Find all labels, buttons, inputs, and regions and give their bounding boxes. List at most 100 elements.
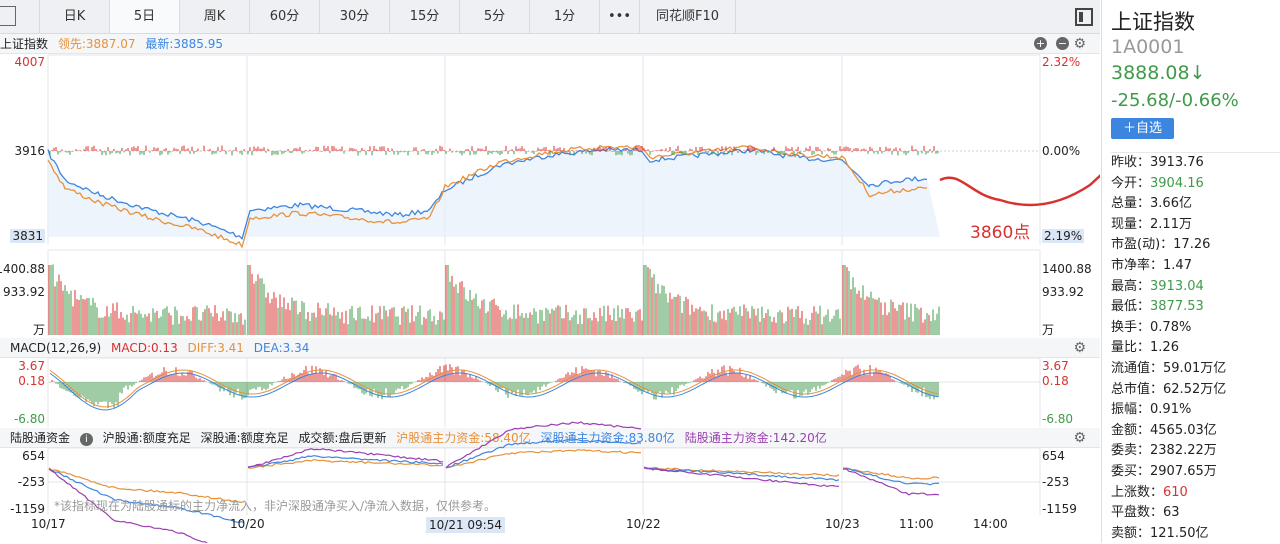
pct-axis-label: 2.32% xyxy=(1042,55,1081,69)
quote-name: 上证指数 xyxy=(1111,10,1195,34)
macd-axis-label: 0.18 xyxy=(1042,374,1069,388)
stat-label: 委买： xyxy=(1111,463,1151,479)
stat-label: 流通值： xyxy=(1111,360,1164,376)
stat-value: 2.11万 xyxy=(1150,216,1192,232)
x-axis-label: 10/23 xyxy=(825,517,860,531)
stat-value: 2382.22万 xyxy=(1150,443,1217,459)
volume-axis-label: 933.92 xyxy=(3,285,45,299)
stat-row: 流通值：59.01万亿 xyxy=(1111,359,1280,380)
flow-note: *该指标现在为陆股通标的主力净流入，非沪深股通净买入/净流入数据，仅供参考。 xyxy=(54,499,497,513)
stat-label: 振幅： xyxy=(1111,402,1151,418)
chart-canvas[interactable] xyxy=(0,0,1100,543)
quote-price: 3888.08↓ xyxy=(1111,62,1206,84)
stat-value: 0.91% xyxy=(1150,402,1192,418)
dea-line xyxy=(49,372,939,411)
stat-label: 金额： xyxy=(1111,422,1151,438)
pct-axis-label: 0.00% xyxy=(1042,144,1081,158)
stat-label: 总量： xyxy=(1111,196,1151,212)
stat-row: 金额：4565.03亿 xyxy=(1111,421,1280,442)
stat-label: 平盘数： xyxy=(1111,505,1164,521)
flow-axis-label: -1159 xyxy=(1042,502,1077,516)
add-watchlist-button[interactable]: ＋自选 xyxy=(1111,118,1174,139)
quote-panel: 上证指数 1A0001 3888.08↓ -25.68/-0.66% ＋自选 昨… xyxy=(1101,0,1280,543)
macd-axis-label: -6.80 xyxy=(1042,412,1074,426)
stat-label: 今开： xyxy=(1111,175,1151,191)
stat-value: 610 xyxy=(1163,484,1188,500)
macd-axis-label: -6.80 xyxy=(13,412,45,426)
stat-row: 委买：2907.65万 xyxy=(1111,462,1280,483)
stat-value: 121.50亿 xyxy=(1150,525,1209,541)
stat-label: 最低： xyxy=(1111,299,1151,315)
stat-value: 62.52万亿 xyxy=(1163,381,1227,397)
price-axis-label: 3916 xyxy=(14,144,45,158)
flow-axis-label: 654 xyxy=(22,449,45,463)
stat-label: 卖额： xyxy=(1111,525,1151,541)
x-axis-label: 10/22 xyxy=(626,517,661,531)
stat-row: 换手：0.78% xyxy=(1111,318,1280,339)
flow-axis-label: -253 xyxy=(17,475,45,489)
quote-change: -25.68/-0.66% xyxy=(1111,90,1239,111)
stat-row: 市盈(动)：17.26 xyxy=(1111,235,1280,256)
stat-value: 1.47 xyxy=(1163,257,1192,273)
stat-value: 0.78% xyxy=(1150,319,1192,335)
stat-value: 63 xyxy=(1163,505,1180,521)
stat-row: 上涨数：610 xyxy=(1111,483,1280,504)
stat-label: 量比： xyxy=(1111,340,1151,356)
stat-value: 3913.76 xyxy=(1150,155,1204,170)
stat-row: 平盘数：63 xyxy=(1111,503,1280,524)
volume-axis-label: 万 xyxy=(1042,323,1055,337)
flow-line-0 xyxy=(247,458,444,469)
stat-label: 市盈(动)： xyxy=(1111,237,1174,253)
diff-line xyxy=(49,369,939,408)
stat-label: 最高： xyxy=(1111,278,1151,294)
stat-value: 2907.65万 xyxy=(1150,463,1217,479)
stat-value: 17.26 xyxy=(1173,237,1211,253)
volume-axis-label: 933.92 xyxy=(1042,285,1084,299)
macd-axis-label: 3.67 xyxy=(1042,359,1069,373)
flow-line-1 xyxy=(445,438,642,469)
stat-row: 今开：3904.16 xyxy=(1111,174,1280,195)
stat-row: 最低：3877.53 xyxy=(1111,297,1280,318)
stat-value: 1.26 xyxy=(1150,340,1179,356)
stat-value: 3913.04 xyxy=(1150,278,1204,294)
stat-label: 委卖： xyxy=(1111,443,1151,459)
volume-axis-label: 万 xyxy=(32,323,45,337)
stat-row: 昨收：3913.76 xyxy=(1111,153,1280,174)
stat-row: 现量：2.11万 xyxy=(1111,215,1280,236)
volume-axis-label: 1400.88 xyxy=(0,262,45,276)
stat-value: 3877.53 xyxy=(1150,299,1204,315)
stat-row: 振幅：0.91% xyxy=(1111,400,1280,421)
price-area xyxy=(48,147,940,239)
stats-list: 昨收：3913.76 今开：3904.16 总量：3.66亿 现量：2.11万 市盈(动… xyxy=(1111,152,1280,544)
stat-value: 3904.16 xyxy=(1150,175,1204,191)
flow-line-0 xyxy=(445,448,641,469)
stat-label: 现量： xyxy=(1111,216,1151,232)
stat-row: 市净率：1.47 xyxy=(1111,256,1280,277)
pct-axis-label: 2.19% xyxy=(1042,229,1085,243)
quote-code: 1A0001 xyxy=(1111,36,1185,58)
price-axis-label: 4007 xyxy=(14,55,45,69)
stat-row: 委卖：2382.22万 xyxy=(1111,441,1280,462)
flow-axis-label: -253 xyxy=(1042,475,1070,489)
stat-label: 市净率： xyxy=(1111,257,1164,273)
stat-label: 总市值： xyxy=(1111,381,1164,397)
stat-row: 最高：3913.04 xyxy=(1111,277,1280,298)
stat-label: 昨收： xyxy=(1111,155,1151,170)
stat-row: 总市值：62.52万亿 xyxy=(1111,380,1280,401)
flow-axis-label: 654 xyxy=(1042,449,1065,463)
macd-axis-label: 0.18 xyxy=(18,374,45,388)
annotation-text: 3860点 xyxy=(970,223,1031,243)
stat-row: 卖额：121.50亿 xyxy=(1111,524,1280,544)
stat-value: 3.66亿 xyxy=(1150,196,1192,212)
stat-label: 上涨数： xyxy=(1111,484,1164,500)
x-axis-label: 10/21 09:54 xyxy=(426,517,505,533)
x-axis-label: 14:00 xyxy=(973,517,1008,531)
stat-value: 4565.03亿 xyxy=(1150,422,1217,438)
x-axis-label: 10/17 xyxy=(31,517,66,531)
stat-row: 总量：3.66亿 xyxy=(1111,194,1280,215)
stat-value: 59.01万亿 xyxy=(1163,360,1227,376)
stat-row: 量比：1.26 xyxy=(1111,338,1280,359)
macd-axis-label: 3.67 xyxy=(18,359,45,373)
flow-axis-label: -1159 xyxy=(10,502,45,516)
price-axis-label: 3831 xyxy=(10,229,45,243)
